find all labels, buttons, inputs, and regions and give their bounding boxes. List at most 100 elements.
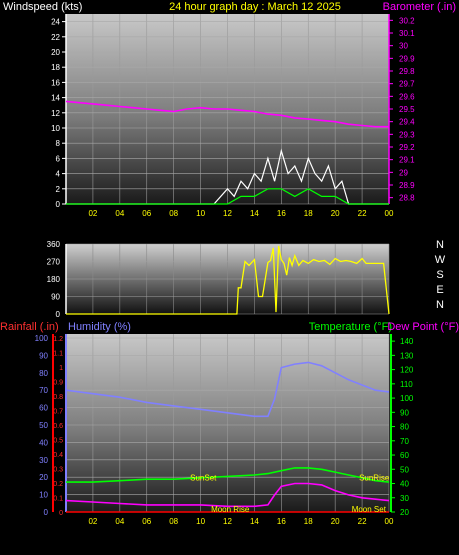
x-tick-label: 18 [304, 209, 313, 218]
x-tick-label: 14 [250, 517, 259, 526]
tick-label: 50 [400, 465, 409, 474]
x-tick-label: 02 [88, 517, 97, 526]
tick-label: 16 [51, 78, 60, 87]
tick-label: 29 [399, 168, 408, 177]
x-tick-label: 12 [223, 209, 232, 218]
tick-label: 1.2 [53, 336, 63, 343]
humidity-axis-ticks: 0 10 20 30 40 50 60 70 80 90 100 [35, 334, 49, 517]
tick-label: 6 [56, 154, 61, 163]
weather-graph: Windspeed (kts) 24 hour graph day : Marc… [0, 1, 459, 526]
tick-label: 80 [400, 423, 409, 432]
compass-label: W [435, 254, 446, 266]
tick-label: 29.8 [399, 67, 415, 76]
x-tick-label: 04 [115, 517, 124, 526]
x-tick-label: 10 [196, 209, 205, 218]
tick-label: 90 [400, 408, 409, 417]
tick-label: 29.1 [399, 156, 415, 165]
compass-label: N [436, 239, 444, 251]
wind-axis-ticks: 024681012141618202224 [51, 18, 66, 209]
dew-axis-label: Dew Point (°F) [387, 321, 459, 333]
tick-label: 60 [400, 451, 409, 460]
x-tick-label: 02 [88, 209, 97, 218]
tick-label: 20 [400, 508, 409, 517]
tick-label: 24 [51, 18, 60, 27]
tick-label: 14 [51, 94, 60, 103]
event-label: SunRise [359, 474, 390, 483]
x-tick-label: 06 [142, 517, 151, 526]
tick-label: 140 [400, 337, 414, 346]
tick-label: 29.5 [399, 105, 415, 114]
tick-label: 50 [39, 421, 48, 430]
tick-label: 4 [56, 170, 61, 179]
tick-label: 130 [400, 351, 414, 360]
tick-label: 1.1 [53, 351, 63, 358]
tick-label: 0.8 [53, 394, 63, 401]
compass-label: S [436, 269, 443, 281]
tick-label: 29.9 [399, 54, 415, 63]
tick-label: 0.1 [53, 496, 63, 503]
temp-axis-label: Temperature (°F) [309, 321, 392, 333]
x-tick-label: 20 [331, 209, 340, 218]
header-center: 24 hour graph day : March 12 2025 [169, 1, 341, 13]
tick-label: 0.5 [53, 438, 63, 445]
tick-label: 2 [56, 185, 61, 194]
x-tick-label: 10 [196, 517, 205, 526]
x-tick-label: 18 [304, 517, 313, 526]
x-tick-label: 22 [358, 209, 367, 218]
header-right: Barometer (.in) [383, 1, 456, 13]
tick-label: 20 [39, 473, 48, 482]
tick-label: 0.4 [53, 452, 63, 459]
tick-label: 40 [39, 438, 48, 447]
tick-label: 110 [400, 380, 413, 389]
header-left: Windspeed (kts) [3, 1, 82, 13]
tick-label: 18 [51, 63, 60, 72]
tick-label: 10 [39, 491, 48, 500]
compass-label: E [436, 284, 443, 296]
tick-label: 0 [56, 310, 61, 319]
tick-label: 0.7 [53, 409, 63, 416]
direction-axis-ticks: 0 90 180 270 360 [47, 240, 61, 319]
tick-label: 29.2 [399, 143, 415, 152]
tick-label: 70 [400, 437, 409, 446]
tick-label: 28.8 [399, 194, 415, 203]
tick-label: 29.4 [399, 118, 415, 127]
tick-label: 30.2 [399, 16, 415, 25]
tick-label: 80 [39, 369, 48, 378]
x-tick-label: 20 [331, 517, 340, 526]
tick-label: 270 [47, 258, 61, 267]
x-tick-label: 22 [358, 517, 367, 526]
tick-label: 180 [47, 275, 61, 284]
baro-axis-ticks: 28.8 28.9 29 29.1 29.2 29.3 29.4 29.5 29.6 29.7 29… [389, 16, 415, 203]
wind-x-ticks: 02 04 06 08 10 12 14 16 18 20 22 00 [88, 209, 394, 218]
x-tick-label: 04 [115, 209, 124, 218]
tick-label: 30 [399, 42, 408, 51]
tick-label: 1 [59, 365, 63, 372]
event-label: SunSet [190, 474, 217, 483]
tick-label: 20 [51, 48, 60, 57]
x-tick-label: 06 [142, 209, 151, 218]
x-tick-label: 08 [169, 517, 178, 526]
tick-label: 28.9 [399, 181, 415, 190]
x-tick-label: 12 [223, 517, 232, 526]
tick-label: 12 [51, 109, 60, 118]
rain-axis-ticks: 0 0.1 0.2 0.3 0.4 0.5 0.6 0.7 0.8 0.9 1 1.1 1.2 [53, 336, 63, 517]
x-tick-label: 14 [250, 209, 259, 218]
tick-label: 22 [51, 33, 60, 42]
x-tick-label: 16 [277, 209, 286, 218]
tick-label: 0.3 [53, 467, 63, 474]
tick-label: 29.3 [399, 130, 415, 139]
tick-label: 0 [44, 508, 49, 517]
compass-label: N [436, 299, 444, 311]
tick-label: 100 [400, 394, 414, 403]
tick-label: 40 [400, 480, 409, 489]
tick-label: 0.2 [53, 481, 63, 488]
tick-label: 0.9 [53, 380, 63, 387]
humidity-axis-label: Humidity (%) [68, 321, 131, 333]
compass-labels: NWSEN [435, 239, 446, 311]
event-label: Moon Rise [211, 505, 250, 514]
tick-label: 90 [39, 351, 48, 360]
tick-label: 30 [400, 494, 409, 503]
tick-label: 29.7 [399, 80, 415, 89]
tick-label: 0 [56, 200, 61, 209]
x-tick-label: 00 [385, 209, 394, 218]
